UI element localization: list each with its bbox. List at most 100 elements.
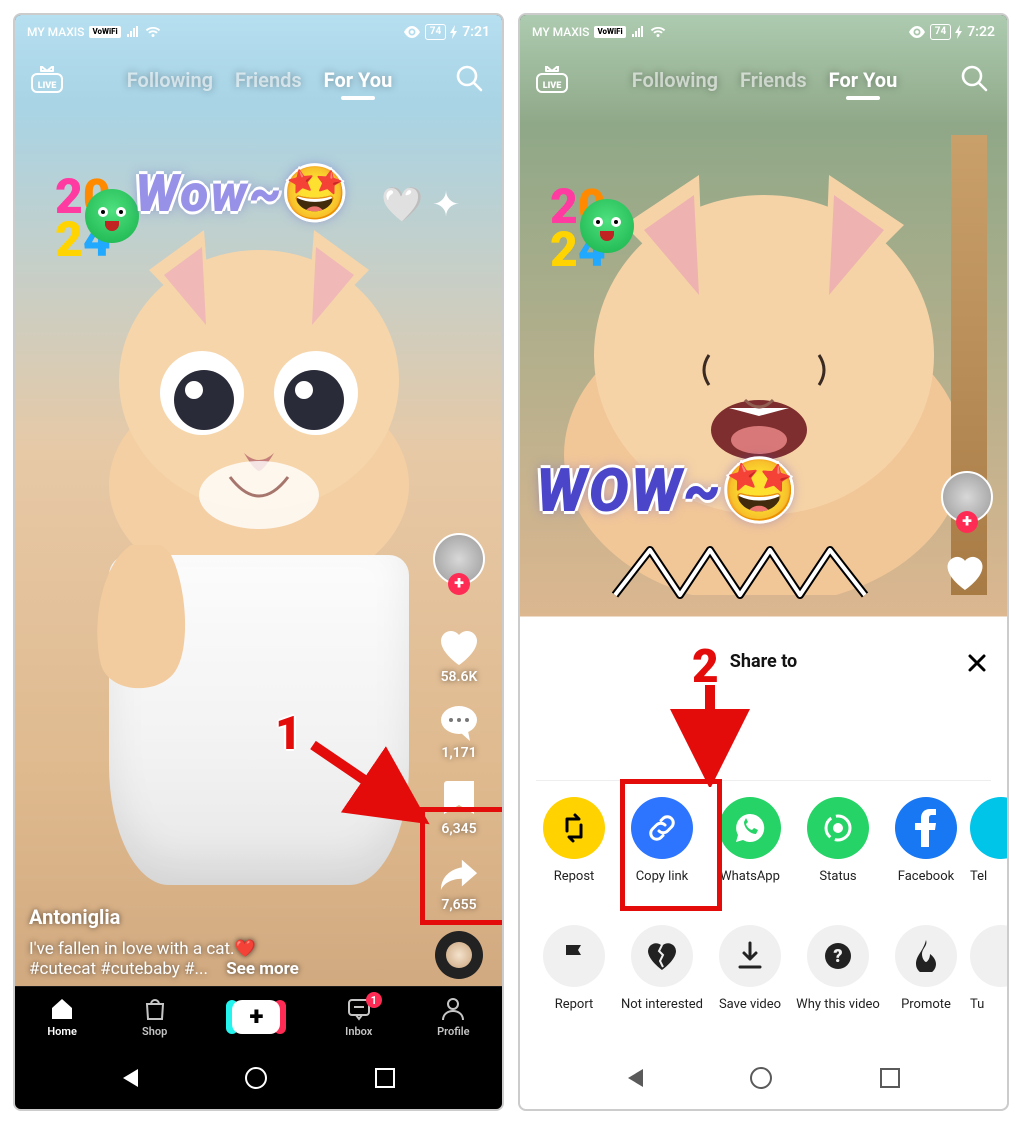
broken-heart-icon <box>631 925 693 987</box>
more-action-icon <box>970 925 1007 987</box>
search-icon[interactable] <box>454 63 488 97</box>
share-telegram[interactable]: Tel <box>970 797 1007 901</box>
caption-text-line2: #cutecat #cutebaby #... See more <box>29 959 422 979</box>
carrier-badge: VoWiFi <box>89 26 120 38</box>
action-more[interactable]: Tu <box>970 925 1007 1029</box>
tab-friends[interactable]: Friends <box>740 68 807 92</box>
follow-plus-icon[interactable]: + <box>448 573 470 595</box>
nav-home[interactable]: Home <box>47 996 77 1038</box>
share-row-apps: Repost Copy link WhatsApp Status Faceboo… <box>520 781 1007 919</box>
share-status[interactable]: Status <box>794 797 882 901</box>
heart-icon <box>439 627 479 667</box>
nav-create[interactable]: + <box>232 1000 280 1034</box>
nav-profile[interactable]: Profile <box>437 996 469 1038</box>
like-button[interactable]: 58.6K <box>439 627 479 685</box>
sticker-green-character <box>85 189 139 243</box>
svg-text:LIVE: LIVE <box>38 81 57 91</box>
action-report[interactable]: Report <box>530 925 618 1029</box>
question-icon: ? <box>807 925 869 987</box>
search-icon[interactable] <box>959 63 993 97</box>
share-facebook[interactable]: Facebook <box>882 797 970 901</box>
back-button[interactable] <box>123 1069 138 1087</box>
sticker-wow: Wow~🤩 <box>135 163 350 224</box>
tab-friends[interactable]: Friends <box>235 68 302 92</box>
visibility-icon <box>908 26 926 38</box>
telegram-icon <box>970 797 1007 859</box>
action-save-video[interactable]: Save video <box>706 925 794 1029</box>
author-name[interactable]: Antoniglia <box>29 905 422 929</box>
clock: 7:22 <box>967 24 995 40</box>
facebook-icon <box>895 797 957 859</box>
author-avatar[interactable]: + <box>433 533 485 585</box>
battery-indicator: 74 <box>425 24 446 40</box>
comment-button[interactable]: 1,171 <box>439 703 479 761</box>
clock: 7:21 <box>462 24 490 40</box>
video-content-kitten <box>94 215 424 595</box>
android-nav-bar <box>15 1047 502 1109</box>
tab-following[interactable]: Following <box>632 68 718 92</box>
carrier-badge: VoWiFi <box>594 26 625 38</box>
inbox-badge: 1 <box>366 992 382 1008</box>
svg-text:?: ? <box>833 946 842 967</box>
video-caption: Antoniglia I've fallen in love with a ca… <box>29 905 422 979</box>
flag-icon <box>543 925 605 987</box>
charging-icon <box>955 25 963 39</box>
tab-for-you[interactable]: For You <box>829 68 898 92</box>
charging-icon <box>450 25 458 39</box>
share-row-actions: Report Not interested Save video ? Why t… <box>520 919 1007 1047</box>
like-count: 58.6K <box>441 669 478 685</box>
flame-icon <box>895 925 957 987</box>
action-promote[interactable]: Promote <box>882 925 970 1029</box>
home-icon <box>49 996 75 1022</box>
recent-button[interactable] <box>375 1068 395 1088</box>
tab-for-you[interactable]: For You <box>324 68 393 92</box>
action-not-interested[interactable]: Not interested <box>618 925 706 1029</box>
nav-shop[interactable]: Shop <box>142 996 168 1038</box>
live-icon[interactable]: LIVE <box>534 65 570 95</box>
sticker-burst <box>610 535 870 635</box>
kitten-paw <box>91 545 201 695</box>
close-icon[interactable] <box>963 649 991 677</box>
home-button[interactable] <box>750 1067 772 1089</box>
carrier-name: MY MAXIS <box>27 25 84 39</box>
see-more-button[interactable]: See more <box>226 959 299 979</box>
tab-following[interactable]: Following <box>127 68 213 92</box>
home-button[interactable] <box>245 1067 267 1089</box>
sticker-wow: WOW~🤩 <box>536 455 799 526</box>
nav-inbox[interactable]: 1 Inbox <box>345 996 372 1038</box>
sticker-heart: 🤍 ✦ <box>381 185 460 225</box>
wifi-icon <box>145 26 161 38</box>
wifi-icon <box>650 26 666 38</box>
sound-disc[interactable] <box>435 931 483 979</box>
share-title: Share to <box>730 651 797 672</box>
repost-icon <box>543 797 605 859</box>
live-icon[interactable]: LIVE <box>29 65 65 95</box>
plus-icon: + <box>249 1004 263 1030</box>
carrier-name: MY MAXIS <box>532 25 589 39</box>
profile-icon <box>440 996 466 1022</box>
back-button[interactable] <box>628 1069 643 1087</box>
feed-header: LIVE Following Friends For You <box>520 55 1007 105</box>
signal-icon <box>126 26 140 38</box>
status-icon <box>807 797 869 859</box>
follow-plus-icon[interactable]: + <box>956 511 978 533</box>
status-bar: MY MAXIS VoWiFi 74 7:22 <box>520 15 1007 47</box>
feed-header: LIVE Following Friends For You <box>15 55 502 105</box>
download-icon <box>719 925 781 987</box>
status-bar: MY MAXIS VoWiFi 74 7:21 <box>15 15 502 47</box>
heart-icon-partial <box>945 555 985 594</box>
caption-hashtags[interactable]: #cutecat #cutebaby #... <box>29 959 208 979</box>
comment-icon <box>439 703 479 743</box>
annotation-step-2: 2 <box>692 640 719 694</box>
recent-button[interactable] <box>880 1068 900 1088</box>
sticker-green-character <box>580 199 634 253</box>
action-why-this-video[interactable]: ? Why this video <box>794 925 882 1029</box>
svg-text:LIVE: LIVE <box>543 81 562 91</box>
battery-indicator: 74 <box>930 24 951 40</box>
whatsapp-icon <box>719 797 781 859</box>
inbox-icon: 1 <box>346 996 372 1022</box>
annotation-highlight-2 <box>620 779 722 911</box>
author-avatar[interactable]: + <box>941 471 993 523</box>
share-sheet: Share to Repost Copy link WhatsApp <box>520 633 1007 1047</box>
share-repost[interactable]: Repost <box>530 797 618 901</box>
